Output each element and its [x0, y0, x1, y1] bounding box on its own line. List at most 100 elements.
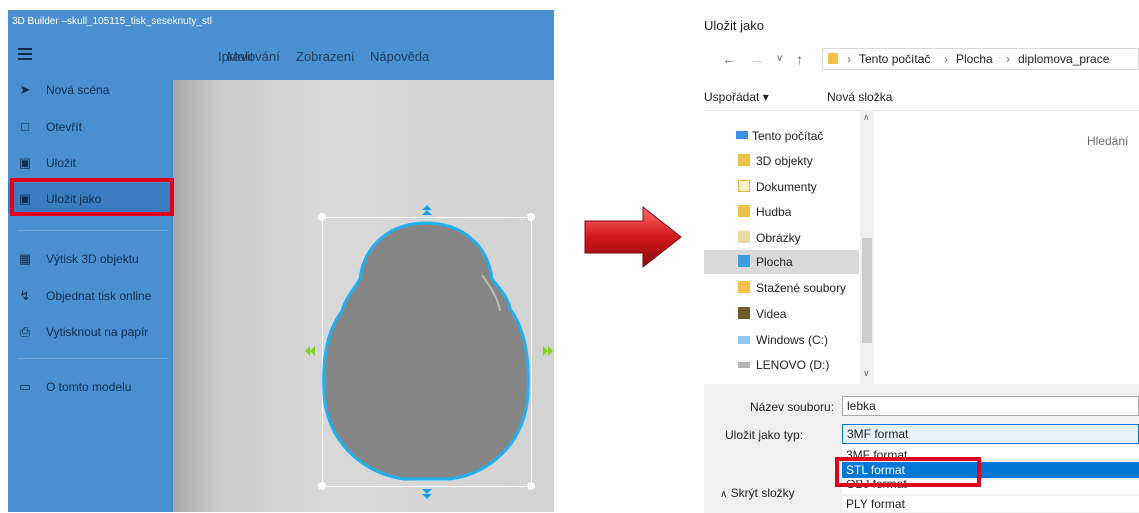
move-left-arrow-icon[interactable]: [305, 345, 317, 357]
tree-item-label: Videa: [756, 307, 787, 321]
menu-napoveda[interactable]: Nápověda: [370, 49, 429, 64]
breadcrumb-separator: ›: [1006, 52, 1010, 66]
breadcrumb-separator: ›: [944, 52, 948, 66]
desktop-folder-icon: [738, 255, 750, 267]
skull-model[interactable]: [322, 217, 530, 485]
sidebar-item-o-modelu[interactable]: ▭ O tomto modelu: [8, 373, 173, 403]
sidebar-item-ulozit[interactable]: ▣ Uložit: [8, 149, 173, 179]
folder-icon: [828, 53, 838, 64]
open-icon: □: [21, 119, 29, 134]
dropdown-option[interactable]: PLY format: [842, 496, 1139, 512]
scroll-up-icon[interactable]: ∧: [863, 112, 870, 123]
move-right-arrow-icon[interactable]: [543, 345, 554, 357]
downloads-icon: [738, 281, 750, 293]
sidebar-item-label: Otevřít: [46, 120, 83, 134]
sidebar-item-otevrit[interactable]: □ Otevřít: [8, 113, 173, 143]
tree-item-dokumenty[interactable]: Dokumenty: [704, 175, 859, 199]
new-folder-button[interactable]: Nová složka: [827, 90, 892, 104]
tree-item-label: Tento počítač: [752, 129, 824, 143]
dropdown-option[interactable]: 3MF format: [842, 444, 1139, 458]
organize-button[interactable]: Uspořádat ▾: [704, 90, 769, 104]
filetype-label: Uložit jako typ:: [725, 428, 804, 442]
tree-item-label: LENOVO (D:): [756, 358, 830, 372]
highlight-box: [10, 178, 174, 216]
right-arrow-icon: [584, 205, 682, 269]
sidebar-item-label: Vytisknout na papír: [46, 325, 149, 339]
computer-icon: [736, 131, 748, 139]
pictures-icon: [738, 231, 750, 243]
music-icon: [738, 205, 750, 217]
move-up-arrow-icon[interactable]: [421, 205, 433, 217]
sidebar-item-label: Objednat tisk online: [46, 289, 152, 303]
tree-item-label: Plocha: [756, 255, 793, 269]
sidebar-item-vytisk-3d[interactable]: ▦ Výtisk 3D objektu: [8, 245, 173, 275]
cart-icon: ↯: [19, 288, 31, 303]
breadcrumb-item[interactable]: Tento počítač: [859, 52, 930, 66]
sidebar-item-label: Uložit: [46, 156, 77, 170]
chevron-up-icon: ∧: [720, 489, 728, 500]
file-menu-sidebar: ➤ Nová scéna □ Otevřít ▣ Uložit ▣ Uložit…: [8, 34, 174, 512]
drive-icon: [738, 336, 750, 344]
3d-viewport[interactable]: [173, 80, 554, 512]
sidebar-item-vytisknout[interactable]: ⎙ Vytisknout na papír: [8, 318, 173, 348]
window-title: 3D Builder –skull_105115_tisk_seseknuty_…: [8, 10, 554, 34]
filename-field[interactable]: lebka: [842, 396, 1139, 416]
hide-folders-button[interactable]: ∧ Skrýt složky: [720, 486, 795, 500]
builder-window: 3D Builder –skull_105115_tisk_seseknuty_…: [8, 10, 554, 512]
search-hint: Hledání: [1087, 134, 1129, 148]
menu-malovani[interactable]: Malování: [227, 49, 280, 64]
breadcrumb-item[interactable]: diplomova_prace: [1018, 52, 1109, 66]
chevron-down-icon[interactable]: ∨: [776, 53, 783, 64]
tree-item-label: Obrázky: [756, 231, 801, 245]
print-3d-icon: ▦: [18, 251, 32, 266]
move-down-arrow-icon[interactable]: [421, 488, 433, 500]
sidebar-item-nova-scena[interactable]: ➤ Nová scéna: [8, 76, 173, 106]
tree-item-label: Stažené soubory: [756, 281, 847, 295]
highlight-box: [835, 457, 981, 487]
filetype-select[interactable]: 3MF format: [842, 424, 1139, 444]
breadcrumb-item[interactable]: Plocha: [956, 52, 993, 66]
save-icon: ▣: [18, 155, 32, 170]
tree-item-label: 3D objekty: [756, 154, 813, 168]
back-arrow-icon[interactable]: ←: [722, 51, 736, 67]
tree-item-windows[interactable]: Windows (C:): [704, 328, 859, 352]
divider: [704, 110, 1139, 111]
sidebar-item-label: Nová scéna: [46, 83, 110, 97]
tree-item-label: Hudba: [756, 205, 792, 219]
sidebar-item-objednat[interactable]: ↯ Objednat tisk online: [8, 282, 173, 312]
breadcrumb-separator: ›: [847, 52, 851, 66]
menu-zobrazeni[interactable]: Zobrazení: [296, 49, 355, 64]
dialog-title: Uložit jako: [704, 18, 764, 33]
divider: [18, 358, 168, 359]
forward-arrow-icon[interactable]: →: [750, 51, 764, 67]
tree-item-obrazky[interactable]: Obrázky: [704, 226, 859, 250]
save-as-dialog: Uložit jako ← → ∨ ↑ › Tento počítač › Pl…: [704, 10, 1139, 513]
tree-item-videa[interactable]: Videa: [704, 302, 859, 326]
model-info-icon: ▭: [18, 379, 32, 394]
new-scene-icon: ➤: [19, 82, 31, 97]
filename-label: Název souboru:: [750, 400, 835, 414]
tree-item-label: Windows (C:): [756, 333, 829, 347]
folder-3d-icon: [738, 154, 750, 166]
sidebar-item-label: Výtisk 3D objektu: [46, 252, 139, 266]
tree-item-lenovo[interactable]: LENOVO (D:): [704, 353, 859, 377]
tree-item-stazene[interactable]: Stažené soubory: [704, 276, 859, 300]
videos-icon: [738, 307, 750, 319]
hamburger-icon[interactable]: [18, 48, 32, 60]
tree-item-hudba[interactable]: Hudba: [704, 200, 859, 224]
tree-item-3d-objekty[interactable]: 3D objekty: [704, 149, 859, 173]
tree-scrollbar[interactable]: ∧ ∨: [860, 110, 874, 384]
address-bar[interactable]: › Tento počítač › Plocha › diplomova_pra…: [822, 48, 1139, 70]
divider: [18, 230, 168, 231]
tree-item-computer[interactable]: Tento počítač: [704, 124, 859, 148]
tree-item-label: Dokumenty: [756, 180, 817, 194]
scroll-down-icon[interactable]: ∨: [863, 368, 870, 379]
printer-icon: ⎙: [19, 324, 31, 339]
documents-icon: [738, 180, 750, 192]
up-arrow-icon[interactable]: ↑: [796, 51, 803, 67]
scroll-thumb[interactable]: [862, 238, 872, 343]
hide-folders-label: Skrýt složky: [730, 486, 795, 500]
drive-icon: [738, 362, 750, 368]
tree-item-plocha[interactable]: Plocha: [704, 250, 859, 274]
sidebar-item-label: O tomto modelu: [46, 380, 132, 394]
